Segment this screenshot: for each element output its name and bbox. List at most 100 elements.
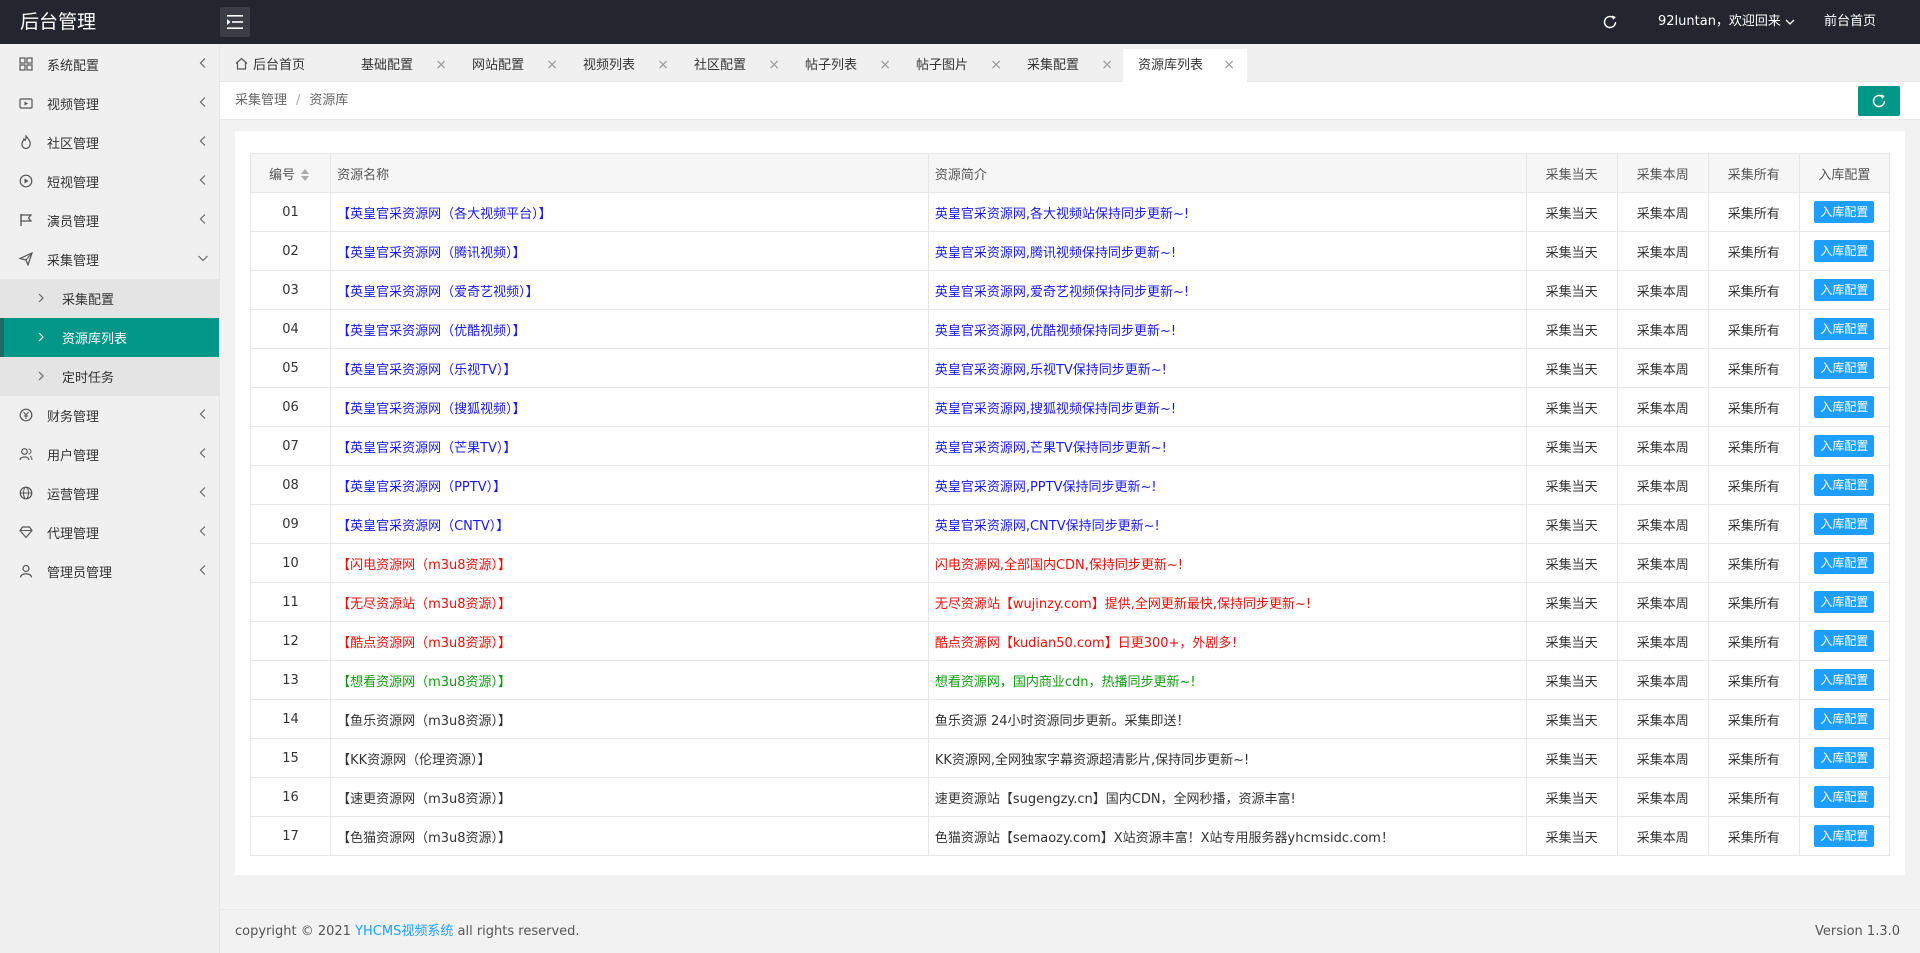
collect-today-action[interactable]: 采集当天: [1525, 543, 1618, 583]
collect-week-action[interactable]: 采集本周: [1616, 660, 1709, 700]
refresh-page-button[interactable]: [1600, 12, 1620, 32]
collect-today-action[interactable]: 采集当天: [1525, 231, 1618, 271]
sidebar-item-0[interactable]: 系统配置: [0, 45, 219, 84]
collect-today-action[interactable]: 采集当天: [1525, 504, 1618, 544]
collect-week-action[interactable]: 采集本周: [1616, 621, 1709, 661]
collect-all-action[interactable]: 采集所有: [1707, 309, 1800, 349]
collect-today-action[interactable]: 采集当天: [1525, 387, 1618, 427]
collect-all-action[interactable]: 采集所有: [1707, 348, 1800, 388]
import-config-button[interactable]: 入库配置: [1814, 786, 1875, 808]
import-config-button[interactable]: 入库配置: [1814, 825, 1875, 847]
collect-week-action[interactable]: 采集本周: [1616, 738, 1709, 778]
sidebar-subitem-5-2[interactable]: 定时任务: [0, 357, 219, 396]
collect-week-action[interactable]: 采集本周: [1616, 426, 1709, 466]
import-config-button[interactable]: 入库配置: [1814, 708, 1875, 730]
collect-week-action[interactable]: 采集本周: [1616, 309, 1709, 349]
collect-today-action[interactable]: 采集当天: [1525, 309, 1618, 349]
collect-week-action[interactable]: 采集本周: [1616, 387, 1709, 427]
close-icon[interactable]: ×: [1101, 49, 1113, 82]
import-config-button[interactable]: 入库配置: [1814, 357, 1875, 379]
sidebar-item-6[interactable]: 财务管理: [0, 396, 219, 435]
collect-today-action[interactable]: 采集当天: [1525, 816, 1618, 856]
collect-week-action[interactable]: 采集本周: [1616, 504, 1709, 544]
collect-today-action[interactable]: 采集当天: [1525, 621, 1618, 661]
tab-6[interactable]: 帖子图片 ×: [901, 49, 1012, 82]
tab-1[interactable]: 基础配置 ×: [346, 49, 457, 82]
col-id-header[interactable]: 编号: [249, 153, 332, 193]
tab-2[interactable]: 网站配置 ×: [457, 49, 568, 82]
collect-today-action[interactable]: 采集当天: [1525, 270, 1618, 310]
collect-all-action[interactable]: 采集所有: [1707, 231, 1800, 271]
menu-toggle-button[interactable]: [220, 7, 250, 37]
collect-today-action[interactable]: 采集当天: [1525, 738, 1618, 778]
collect-today-action[interactable]: 采集当天: [1525, 465, 1618, 505]
collect-all-action[interactable]: 采集所有: [1707, 504, 1800, 544]
import-config-button[interactable]: 入库配置: [1814, 669, 1875, 691]
sidebar-subitem-5-1[interactable]: 资源库列表: [0, 318, 219, 357]
close-icon[interactable]: ×: [768, 49, 780, 82]
sidebar-item-4[interactable]: 演员管理: [0, 201, 219, 240]
collect-all-action[interactable]: 采集所有: [1707, 777, 1800, 817]
tab-3[interactable]: 视频列表 ×: [568, 49, 679, 82]
close-icon[interactable]: ×: [546, 49, 558, 82]
import-config-button[interactable]: 入库配置: [1814, 435, 1875, 457]
collect-today-action[interactable]: 采集当天: [1525, 699, 1618, 739]
tab-0[interactable]: 后台首页: [235, 49, 346, 82]
collect-all-action[interactable]: 采集所有: [1707, 426, 1800, 466]
close-icon[interactable]: ×: [879, 49, 891, 82]
import-config-button[interactable]: 入库配置: [1814, 552, 1875, 574]
collect-week-action[interactable]: 采集本周: [1616, 465, 1709, 505]
import-config-button[interactable]: 入库配置: [1814, 591, 1875, 613]
tab-8[interactable]: 资源库列表 ×: [1123, 49, 1247, 82]
reload-table-button[interactable]: [1858, 86, 1900, 116]
close-icon[interactable]: ×: [990, 49, 1002, 82]
collect-week-action[interactable]: 采集本周: [1616, 192, 1709, 232]
import-config-button[interactable]: 入库配置: [1814, 513, 1875, 535]
collect-today-action[interactable]: 采集当天: [1525, 777, 1618, 817]
import-config-button[interactable]: 入库配置: [1814, 630, 1875, 652]
collect-all-action[interactable]: 采集所有: [1707, 816, 1800, 856]
sidebar-item-3[interactable]: 短视管理: [0, 162, 219, 201]
tab-7[interactable]: 采集配置 ×: [1012, 49, 1123, 82]
import-config-button[interactable]: 入库配置: [1814, 201, 1875, 223]
sidebar-item-5[interactable]: 采集管理: [0, 240, 219, 279]
collect-week-action[interactable]: 采集本周: [1616, 582, 1709, 622]
collect-all-action[interactable]: 采集所有: [1707, 270, 1800, 310]
collect-week-action[interactable]: 采集本周: [1616, 816, 1709, 856]
collect-today-action[interactable]: 采集当天: [1525, 348, 1618, 388]
close-icon[interactable]: ×: [435, 49, 447, 82]
sidebar-item-7[interactable]: 用户管理: [0, 435, 219, 474]
import-config-button[interactable]: 入库配置: [1814, 396, 1875, 418]
collect-all-action[interactable]: 采集所有: [1707, 660, 1800, 700]
import-config-button[interactable]: 入库配置: [1814, 279, 1875, 301]
sidebar-item-1[interactable]: 视频管理: [0, 84, 219, 123]
collect-all-action[interactable]: 采集所有: [1707, 387, 1800, 427]
collect-all-action[interactable]: 采集所有: [1707, 582, 1800, 622]
collect-today-action[interactable]: 采集当天: [1525, 192, 1618, 232]
sidebar-item-2[interactable]: 社区管理: [0, 123, 219, 162]
close-icon[interactable]: ×: [1223, 49, 1235, 82]
collect-all-action[interactable]: 采集所有: [1707, 738, 1800, 778]
collect-today-action[interactable]: 采集当天: [1525, 582, 1618, 622]
collect-week-action[interactable]: 采集本周: [1616, 699, 1709, 739]
import-config-button[interactable]: 入库配置: [1814, 747, 1875, 769]
collect-week-action[interactable]: 采集本周: [1616, 777, 1709, 817]
collect-today-action[interactable]: 采集当天: [1525, 660, 1618, 700]
collect-week-action[interactable]: 采集本周: [1616, 348, 1709, 388]
brand-link[interactable]: YHCMS视频系统: [355, 924, 453, 939]
import-config-button[interactable]: 入库配置: [1814, 318, 1875, 340]
collect-today-action[interactable]: 采集当天: [1525, 426, 1618, 466]
sidebar-item-8[interactable]: 运营管理: [0, 474, 219, 513]
collect-week-action[interactable]: 采集本周: [1616, 231, 1709, 271]
collect-all-action[interactable]: 采集所有: [1707, 192, 1800, 232]
import-config-button[interactable]: 入库配置: [1814, 240, 1875, 262]
collect-all-action[interactable]: 采集所有: [1707, 699, 1800, 739]
user-menu[interactable]: 92luntan，欢迎回来: [1658, 0, 1795, 44]
sidebar-subitem-5-0[interactable]: 采集配置: [0, 279, 219, 318]
sort-icon[interactable]: [301, 169, 310, 181]
import-config-button[interactable]: 入库配置: [1814, 474, 1875, 496]
collect-all-action[interactable]: 采集所有: [1707, 621, 1800, 661]
collect-all-action[interactable]: 采集所有: [1707, 543, 1800, 583]
collect-week-action[interactable]: 采集本周: [1616, 270, 1709, 310]
front-page-link[interactable]: 前台首页: [1824, 0, 1876, 44]
